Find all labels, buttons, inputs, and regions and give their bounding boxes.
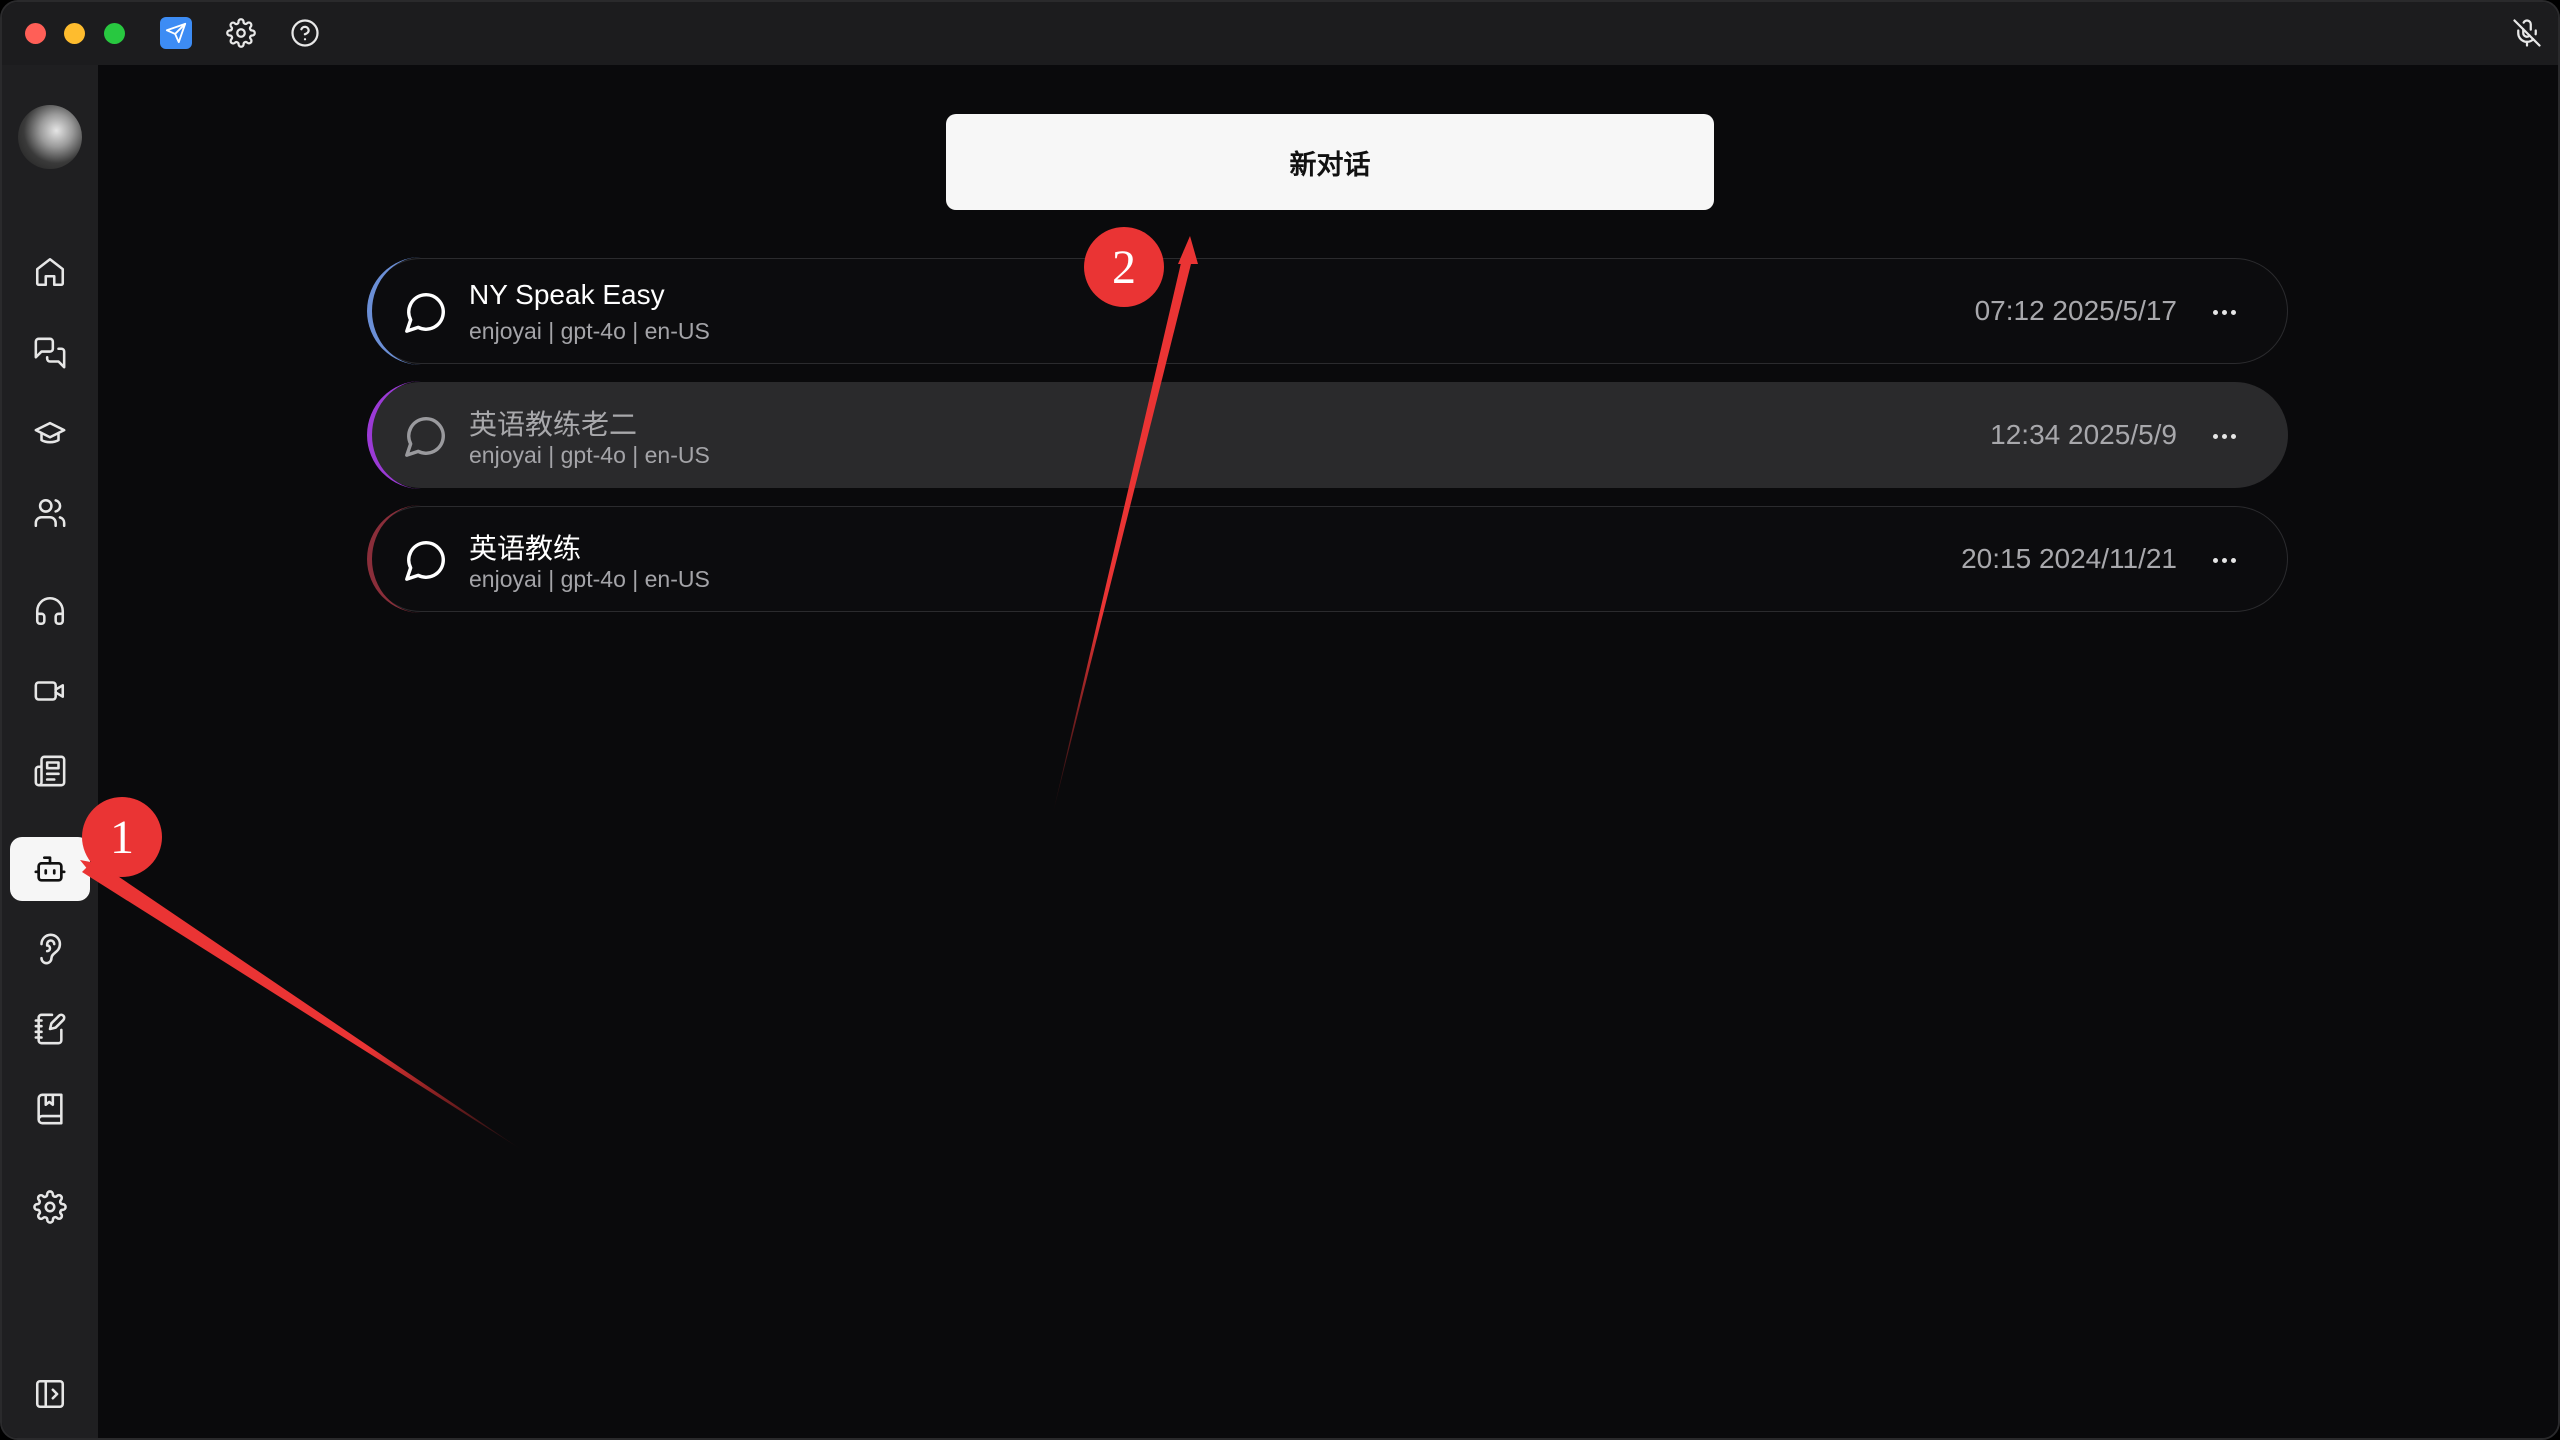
sidebar-item-speech[interactable] — [10, 917, 90, 981]
more-options-button[interactable] — [2209, 547, 2239, 573]
sidebar-item-documents[interactable] — [10, 739, 90, 803]
speech-icon — [40, 933, 62, 965]
book-bookmark-icon — [37, 1093, 63, 1125]
sidebar-item-learning[interactable] — [10, 401, 90, 465]
conversation-title: 英语教练 — [469, 533, 582, 564]
annotation-badge-1: 1 — [82, 797, 162, 877]
more-options-button[interactable] — [2209, 423, 2239, 449]
conversation-subtitle: enjoyai | gpt-4o | en-US — [469, 566, 710, 592]
maximize-window-button[interactable] — [104, 23, 125, 44]
headphones-icon — [35, 596, 65, 626]
message-circle-icon — [405, 293, 445, 333]
conversation-row[interactable]: 英语教练 enjoyai | gpt-4o | en-US 20:15 2024… — [367, 505, 2288, 613]
conversation-time: 07:12 2025/5/17 — [1974, 295, 2177, 326]
conversation-row[interactable]: 英语教练老二 enjoyai | gpt-4o | en-US 12:34 20… — [367, 381, 2288, 489]
newspaper-icon — [34, 755, 66, 787]
conversation-time: 12:34 2025/5/9 — [1990, 419, 2177, 450]
ellipsis-icon — [2212, 557, 2236, 563]
sidebar-item-ai-conversations[interactable] — [10, 837, 90, 901]
minimize-window-button[interactable] — [64, 23, 85, 44]
sidebar-item-video[interactable] — [10, 659, 90, 723]
app-logo-icon[interactable] — [160, 17, 192, 49]
conversation-subtitle: enjoyai | gpt-4o | en-US — [469, 442, 710, 468]
conversation-time: 20:15 2024/11/21 — [1961, 543, 2177, 574]
graduation-cap-icon — [34, 421, 66, 444]
mic-off-icon[interactable] — [2510, 16, 2544, 50]
sidebar-item-chats[interactable] — [10, 321, 90, 385]
ellipsis-icon — [2212, 309, 2236, 315]
sidebar-item-users[interactable] — [10, 481, 90, 545]
sidebar-item-notes[interactable] — [10, 997, 90, 1061]
home-icon — [35, 257, 65, 287]
title-bar — [2, 2, 2558, 66]
conversation-subtitle: enjoyai | gpt-4o | en-US — [469, 318, 710, 344]
avatar[interactable] — [18, 105, 82, 169]
chat-bubbles-icon — [34, 337, 66, 369]
bot-icon — [34, 856, 66, 882]
main-content: 新对话 NY Speak Easy enjoyai | gpt-4o | en-… — [98, 65, 2558, 1438]
notebook-pen-icon — [34, 1013, 66, 1045]
message-circle-icon — [405, 541, 445, 581]
help-circle-icon[interactable] — [288, 16, 322, 50]
ellipsis-icon — [2212, 433, 2236, 439]
sidebar-item-home[interactable] — [10, 240, 90, 304]
conversation-title: 英语教练老二 — [469, 409, 638, 440]
new-chat-button[interactable]: 新对话 — [946, 114, 1714, 210]
video-camera-icon — [34, 681, 65, 701]
sidebar — [2, 65, 98, 1438]
app-window: 新对话 NY Speak Easy enjoyai | gpt-4o | en-… — [0, 0, 2560, 1440]
close-window-button[interactable] — [25, 23, 46, 44]
sidebar-item-expand-sidebar[interactable] — [10, 1362, 90, 1426]
sidebar-expand-icon — [35, 1379, 65, 1409]
gear-icon — [33, 1190, 67, 1224]
gear-icon[interactable] — [224, 16, 258, 50]
sidebar-item-settings[interactable] — [10, 1175, 90, 1239]
sidebar-item-audio[interactable] — [10, 579, 90, 643]
message-circle-icon — [405, 417, 445, 457]
users-icon — [34, 498, 66, 528]
annotation-badge-2: 2 — [1084, 227, 1164, 307]
sidebar-item-vocabulary[interactable] — [10, 1077, 90, 1141]
more-options-button[interactable] — [2209, 299, 2239, 325]
conversation-title: NY Speak Easy — [469, 279, 665, 310]
conversation-row[interactable]: NY Speak Easy enjoyai | gpt-4o | en-US 0… — [367, 257, 2288, 365]
